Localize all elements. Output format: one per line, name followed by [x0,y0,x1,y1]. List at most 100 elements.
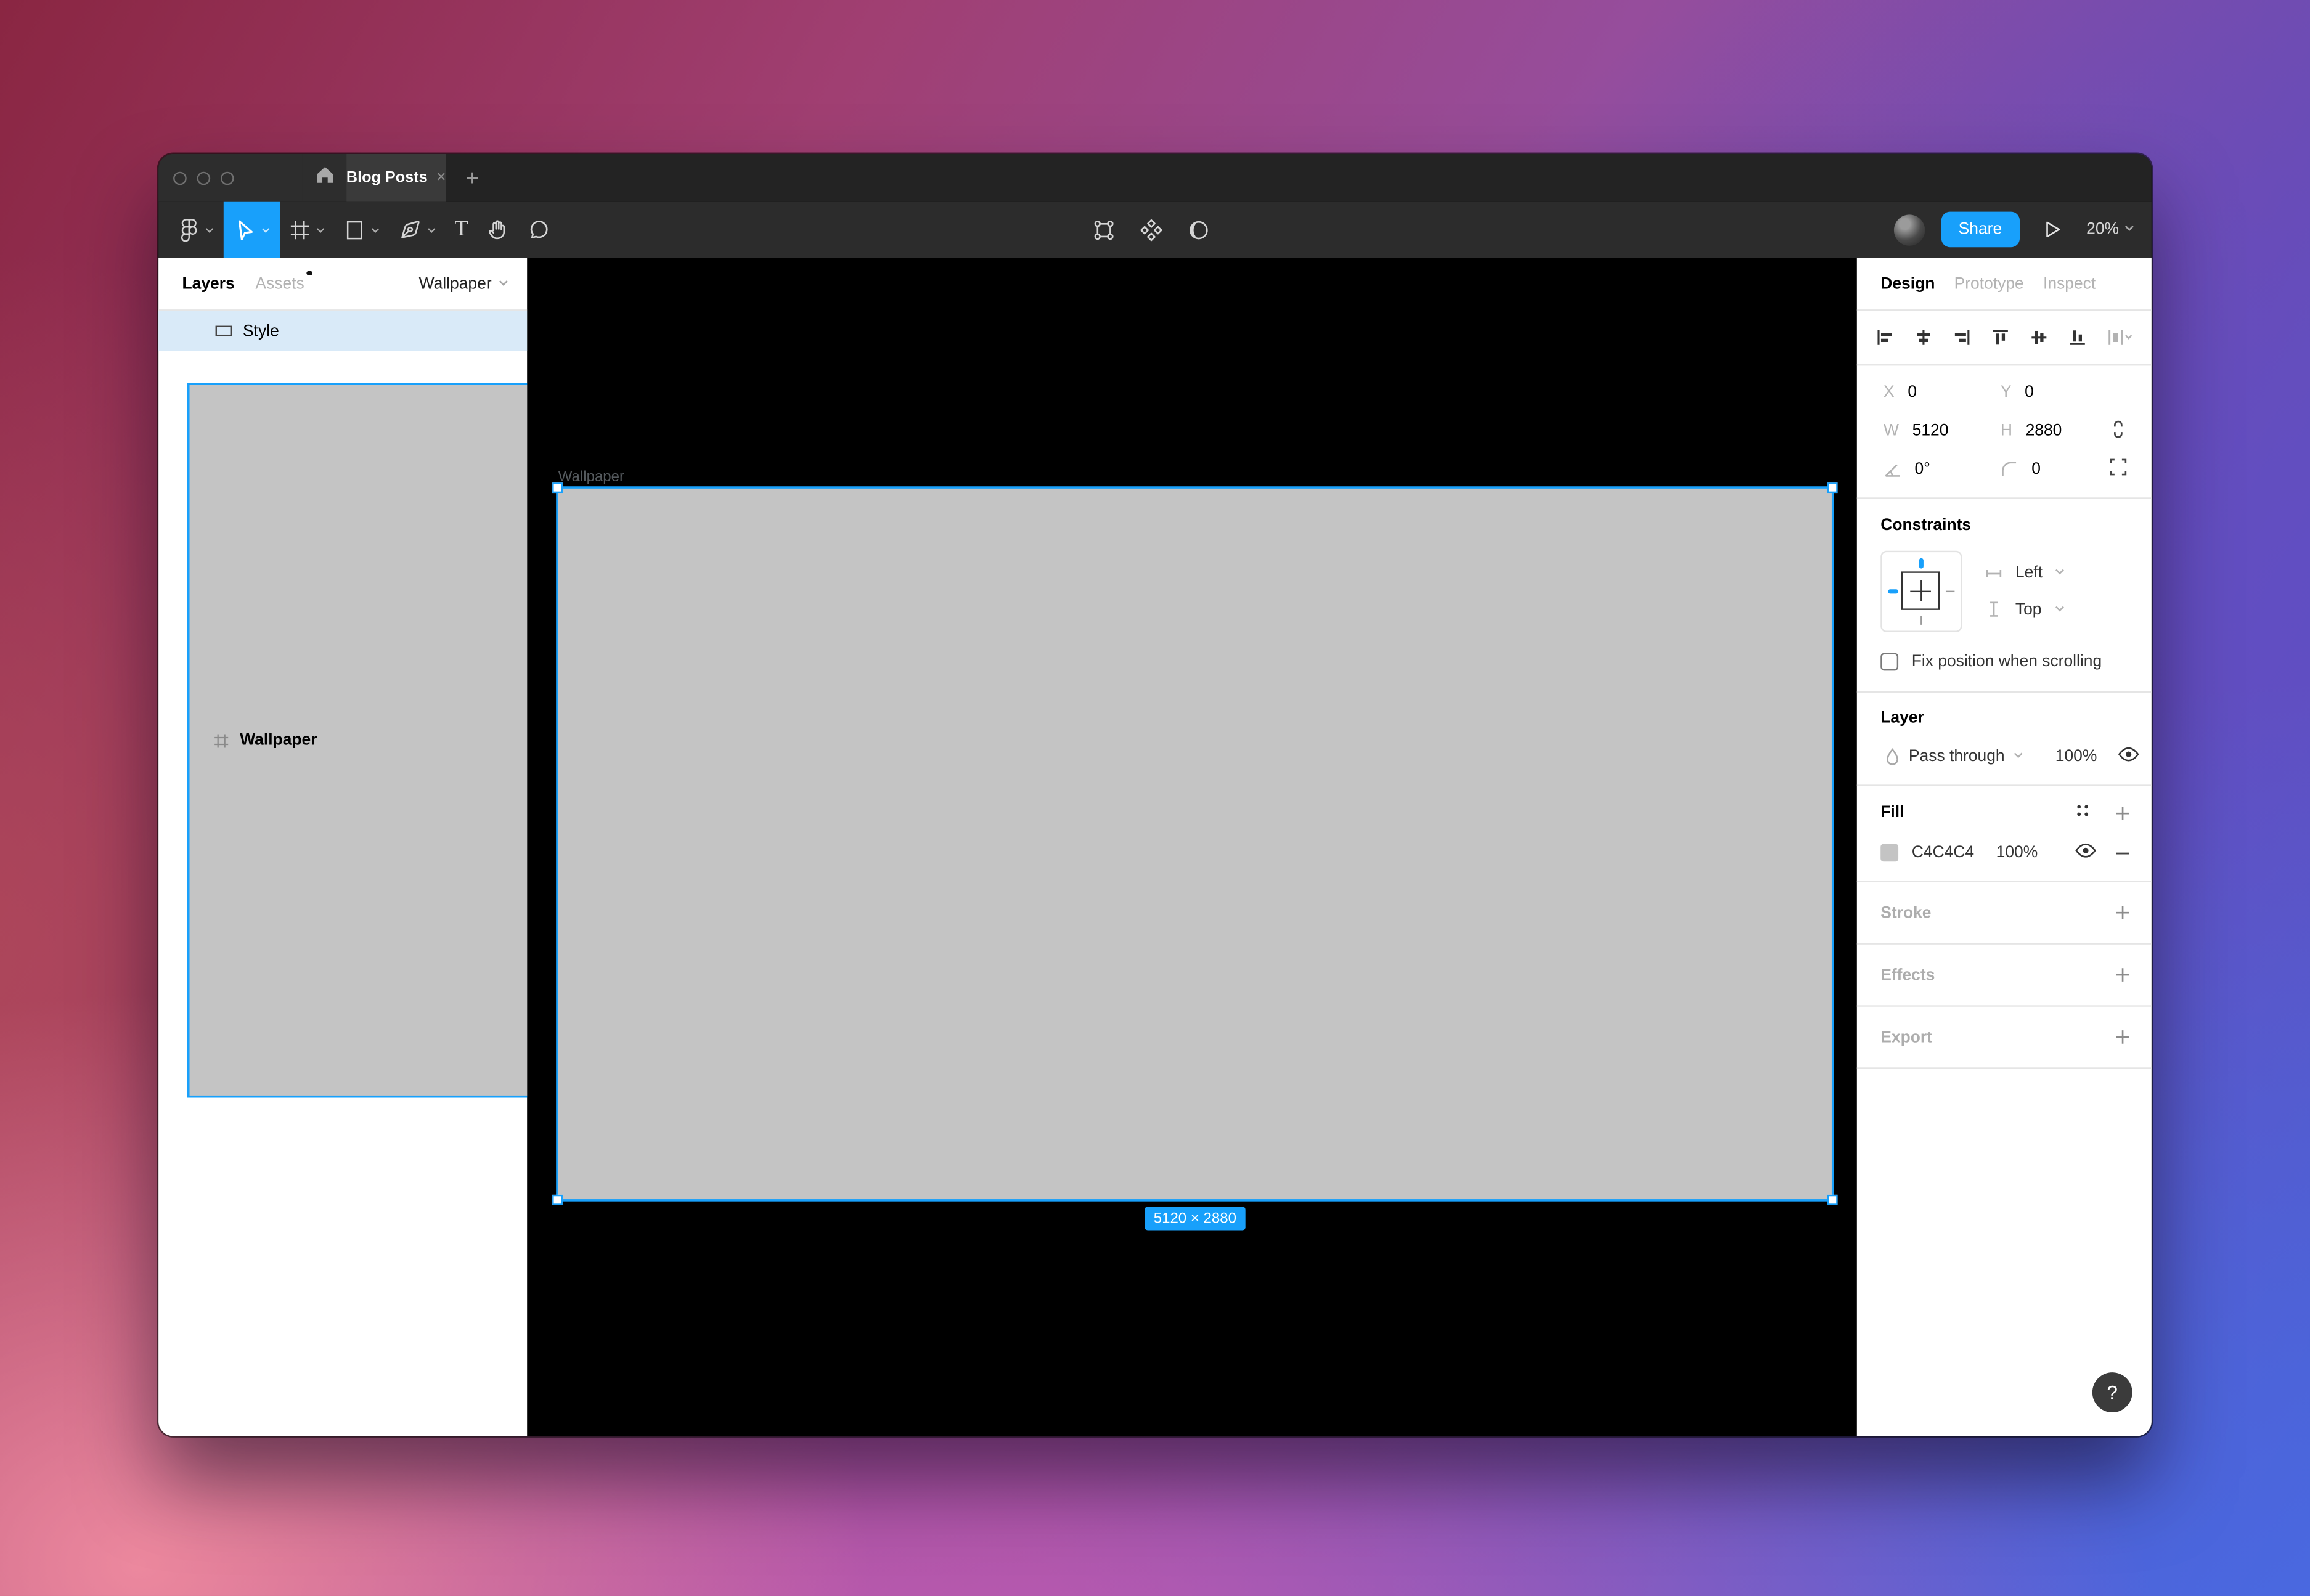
properties-tabs: Design Prototype Inspect [1857,258,2152,311]
canvas[interactable]: Wallpaper 5120 × 2880 [527,258,1856,1436]
chevron-down-icon [2123,221,2135,238]
tab-assets-label: Assets [255,275,304,293]
pen-tool-button[interactable] [390,202,446,258]
width-input[interactable]: 5120 [1912,422,1949,440]
corner-radius-input[interactable]: 0 [2031,460,2041,478]
constraint-right-tick[interactable] [1945,590,1954,592]
assets-notification-dot [306,270,311,275]
comment-tool-icon [528,218,551,241]
frame-tool-button[interactable] [280,202,335,258]
fix-position-checkbox[interactable] [1880,653,1898,671]
avatar[interactable] [1893,214,1924,245]
page-selector-value: Wallpaper [419,275,492,293]
zoom-level-dropdown[interactable]: 20% [2086,221,2135,238]
traffic-light-close[interactable] [173,171,187,184]
remove-fill-button[interactable] [2115,845,2131,861]
fill-styles-button[interactable] [2075,802,2091,823]
home-icon [315,165,334,191]
tab-layers[interactable]: Layers [182,275,235,293]
horizontal-constraint-dropdown[interactable]: Left [1984,564,2066,583]
hand-tool-button[interactable] [477,202,518,258]
layer-visibility-toggle[interactable] [2118,746,2140,767]
corner-radius-icon [2001,460,2018,478]
fill-visibility-toggle[interactable] [2075,842,2097,863]
fill-opacity-input[interactable]: 100% [1996,844,2038,861]
use-as-mask-button[interactable] [1186,217,1211,242]
selection-handle-top-left[interactable] [552,482,563,493]
create-component-button[interactable] [1139,217,1164,242]
tab-design[interactable]: Design [1880,275,1935,293]
align-v-center-icon[interactable] [2030,328,2048,346]
share-button[interactable]: Share [1941,212,2020,248]
fill-color-swatch[interactable] [1880,844,1898,861]
constraint-top-tick[interactable] [1919,558,1923,569]
add-fill-button[interactable] [2115,805,2131,821]
align-left-icon[interactable] [1876,328,1894,346]
align-top-icon[interactable] [1991,328,2009,346]
align-right-icon[interactable] [1953,328,1971,346]
fix-position-label: Fix position when scrolling [1912,653,2102,671]
present-button[interactable] [2042,219,2063,240]
new-tab-button[interactable]: + [446,154,499,202]
distribute-icon[interactable] [2107,328,2132,346]
stroke-section: Stroke [1857,882,2152,945]
h-constraint-icon [1984,564,2003,583]
constraints-widget[interactable] [1880,551,1962,632]
rectangle-tool-icon [343,218,365,240]
home-button[interactable] [302,154,346,202]
page-selector-dropdown[interactable]: Wallpaper [419,275,510,293]
traffic-light-zoom[interactable] [221,171,234,184]
help-button[interactable]: ? [2092,1372,2132,1412]
fill-hex-input[interactable]: C4C4C4 [1912,844,1974,861]
layer-opacity-input[interactable]: 100% [2055,747,2097,765]
zoom-level-value: 20% [2086,221,2119,238]
eye-icon [2118,746,2140,767]
blend-mode-dropdown[interactable]: Pass through [1884,747,2024,766]
stroke-heading: Stroke [1880,904,1931,922]
chevron-down-icon [2054,601,2065,619]
tab-inspect[interactable]: Inspect [2043,275,2096,293]
independent-corners-toggle[interactable] [2108,457,2128,481]
selected-frame[interactable]: 5120 × 2880 [558,489,1832,1199]
add-stroke-button[interactable] [2115,905,2131,921]
y-input[interactable]: 0 [2025,383,2034,401]
selection-handle-bottom-left[interactable] [552,1195,563,1205]
tab-assets[interactable]: Assets [255,275,304,293]
constraint-bottom-tick[interactable] [1920,615,1922,624]
main-menu-button[interactable] [169,202,224,258]
x-input[interactable]: 0 [1908,383,1917,401]
selection-handle-bottom-right[interactable] [1827,1195,1838,1205]
text-tool-icon: T [455,218,468,240]
comment-tool-button[interactable] [518,202,560,258]
h-label: H [2001,422,2012,440]
height-input[interactable]: 2880 [2026,422,2062,440]
constraint-left-tick[interactable] [1888,589,1898,593]
rotation-input[interactable]: 0° [1915,460,1930,478]
figma-logo-icon [178,216,200,243]
chevron-down-icon [370,224,381,235]
add-export-button[interactable] [2115,1029,2131,1045]
toolbar-right-group: Share 20% [1893,202,2136,258]
vertical-constraint-dropdown[interactable]: Top [1984,600,2066,619]
frame-label[interactable]: Wallpaper [558,470,624,486]
chevron-down-icon [261,224,271,235]
traffic-light-minimize[interactable] [197,171,211,184]
tab-close-icon[interactable]: × [436,169,446,185]
shape-tool-button[interactable] [335,202,390,258]
align-bottom-icon[interactable] [2068,328,2086,346]
tab-blog-posts[interactable]: Blog Posts × [346,154,446,202]
fix-position-row: Fix position when scrolling [1880,653,2128,671]
add-effect-button[interactable] [2115,967,2131,983]
text-tool-button[interactable]: T [446,202,477,258]
selection-handle-top-right[interactable] [1827,482,1838,493]
constrain-proportions-toggle[interactable] [2108,418,2128,444]
move-tool-icon [232,218,256,241]
chevron-down-icon [316,224,326,235]
edit-object-button[interactable] [1092,217,1117,242]
move-tool-button[interactable] [224,202,280,258]
window-content: Layers Assets Wallpaper [158,258,2152,1436]
align-h-center-icon[interactable] [1915,328,1933,346]
tab-title: Blog Posts [346,169,428,187]
tab-prototype[interactable]: Prototype [1954,275,2024,293]
layer-row-style[interactable]: Style [158,311,527,351]
